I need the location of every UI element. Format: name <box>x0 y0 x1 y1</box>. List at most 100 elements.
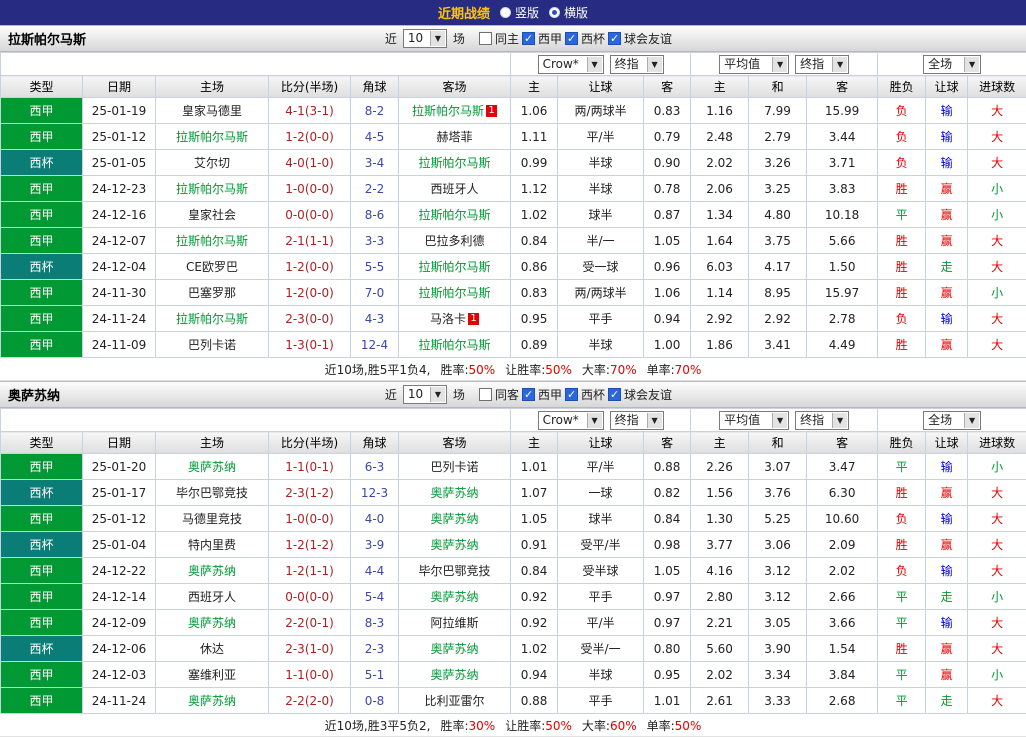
league-liga-label: 西甲 <box>538 386 562 403</box>
recent-count-select[interactable]: 10 <box>403 29 447 48</box>
goals-result: 大 <box>968 532 1026 558</box>
euro-draw-odds: 7.99 <box>749 98 807 124</box>
match-date: 25-01-20 <box>83 454 156 480</box>
handicap-line: 半球 <box>558 176 644 202</box>
corner-score: 2-2 <box>351 176 399 202</box>
league-friendly-checkbox[interactable] <box>608 32 621 45</box>
home-team: 奥萨苏纳 <box>188 616 236 630</box>
score: 1-0(0-0) <box>269 506 351 532</box>
match-result: 负 <box>878 306 926 332</box>
handicap-result: 赢 <box>926 202 968 228</box>
home-team: 休达 <box>200 642 224 656</box>
col-handicap: 让球 <box>558 76 644 98</box>
bookmaker-select[interactable]: Crow* <box>538 411 604 430</box>
away-team: 奥萨苏纳 <box>431 668 479 682</box>
same-venue-checkbox[interactable] <box>479 32 492 45</box>
away-team: 巴拉多利德 <box>425 234 485 248</box>
league-liga-checkbox[interactable] <box>522 388 535 401</box>
col-goals-result: 进球数 <box>968 432 1026 454</box>
match-row: 西甲 25-01-19 皇家马德里 4-1(3-1) 8-2 拉斯帕尔马斯1 1… <box>1 98 1026 124</box>
asian-home-odds: 1.06 <box>511 98 558 124</box>
average-select[interactable]: 平均值 <box>719 55 789 74</box>
league-liga-checkbox[interactable] <box>522 32 535 45</box>
euro-home-odds: 1.14 <box>691 280 749 306</box>
goals-result: 大 <box>968 228 1026 254</box>
final-euro-select[interactable]: 终指 <box>795 55 849 74</box>
results-table: Crow*终指 平均值终指 全场 类型 日期 主场 比分(半场) 角球 客场 主… <box>0 408 1026 714</box>
league-cup-checkbox[interactable] <box>565 32 578 45</box>
league-cup-checkbox[interactable] <box>565 388 578 401</box>
handicap-line: 受一球 <box>558 254 644 280</box>
handicap-result: 赢 <box>926 280 968 306</box>
recent-count-select[interactable]: 10 <box>403 385 447 404</box>
asian-away-odds: 0.79 <box>644 124 691 150</box>
layout-vertical-option[interactable]: 竖版 <box>500 4 539 21</box>
corner-score: 3-9 <box>351 532 399 558</box>
euro-odds-selects: 平均值终指 <box>691 53 878 76</box>
corner-score: 3-4 <box>351 150 399 176</box>
euro-odds-selects: 平均值终指 <box>691 409 878 432</box>
final-asian-select[interactable]: 终指 <box>610 55 664 74</box>
scope-select[interactable]: 全场 <box>923 55 981 74</box>
match-row: 西杯 24-12-04 CE欧罗巴 1-2(0-0) 5-5 拉斯帕尔马斯 0.… <box>1 254 1026 280</box>
handicap-line: 半球 <box>558 662 644 688</box>
col-asian-away: 客 <box>644 76 691 98</box>
col-asian-home: 主 <box>511 76 558 98</box>
layout-horizontal-option[interactable]: 横版 <box>549 4 588 21</box>
match-result: 平 <box>878 584 926 610</box>
euro-away-odds: 3.47 <box>807 454 878 480</box>
score: 0-0(0-0) <box>269 202 351 228</box>
goals-result: 大 <box>968 306 1026 332</box>
league-badge: 西杯 <box>1 254 83 280</box>
summary-prefix: 近10场,胜3平5负2, <box>325 717 431 734</box>
final-asian-select[interactable]: 终指 <box>610 411 664 430</box>
team-name: 奥萨苏纳 <box>8 385 60 404</box>
handicap-result: 输 <box>926 558 968 584</box>
euro-away-odds: 5.66 <box>807 228 878 254</box>
goals-result: 大 <box>968 480 1026 506</box>
handicap-result: 赢 <box>926 332 968 358</box>
match-date: 24-11-24 <box>83 306 156 332</box>
match-date: 25-01-12 <box>83 506 156 532</box>
final-euro-select[interactable]: 终指 <box>795 411 849 430</box>
match-result: 平 <box>878 688 926 714</box>
score: 2-1(1-1) <box>269 228 351 254</box>
handicap-line: 平手 <box>558 688 644 714</box>
vertical-radio[interactable] <box>500 7 511 18</box>
corner-score: 12-4 <box>351 332 399 358</box>
scope-select[interactable]: 全场 <box>923 411 981 430</box>
col-away: 客场 <box>399 432 511 454</box>
handicap-line: 平/半 <box>558 454 644 480</box>
match-row: 西甲 24-12-22 奥萨苏纳 1-2(1-1) 4-4 毕尔巴鄂竞技 0.8… <box>1 558 1026 584</box>
euro-draw-odds: 3.25 <box>749 176 807 202</box>
away-team: 拉斯帕尔马斯 <box>412 104 484 118</box>
match-row: 西甲 24-11-30 巴塞罗那 1-2(0-0) 7-0 拉斯帕尔马斯 0.8… <box>1 280 1026 306</box>
match-row: 西甲 24-11-24 拉斯帕尔马斯 2-3(0-0) 4-3 马洛卡1 0.9… <box>1 306 1026 332</box>
corner-score: 5-4 <box>351 584 399 610</box>
match-date: 25-01-04 <box>83 532 156 558</box>
asian-home-odds: 0.84 <box>511 228 558 254</box>
euro-draw-odds: 2.92 <box>749 306 807 332</box>
average-select[interactable]: 平均值 <box>719 411 789 430</box>
handicap-result: 输 <box>926 306 968 332</box>
scope-select-cell: 全场 <box>878 409 1026 432</box>
col-home: 主场 <box>156 432 269 454</box>
score: 1-2(1-1) <box>269 558 351 584</box>
horizontal-radio[interactable] <box>549 7 560 18</box>
home-team: 拉斯帕尔马斯 <box>176 234 248 248</box>
away-team: 奥萨苏纳 <box>431 512 479 526</box>
match-date: 25-01-19 <box>83 98 156 124</box>
asian-away-odds: 0.82 <box>644 480 691 506</box>
odds-source-row: Crow*终指 平均值终指 全场 <box>1 409 1026 432</box>
bookmaker-select[interactable]: Crow* <box>538 55 604 74</box>
col-away: 客场 <box>399 76 511 98</box>
col-corner: 角球 <box>351 432 399 454</box>
match-row: 西甲 25-01-12 马德里竞技 1-0(0-0) 4-0 奥萨苏纳 1.05… <box>1 506 1026 532</box>
euro-home-odds: 1.34 <box>691 202 749 228</box>
league-friendly-checkbox[interactable] <box>608 388 621 401</box>
league-badge: 西甲 <box>1 176 83 202</box>
corner-score: 7-0 <box>351 280 399 306</box>
col-euro-draw: 和 <box>749 432 807 454</box>
match-result: 平 <box>878 454 926 480</box>
same-venue-checkbox[interactable] <box>479 388 492 401</box>
